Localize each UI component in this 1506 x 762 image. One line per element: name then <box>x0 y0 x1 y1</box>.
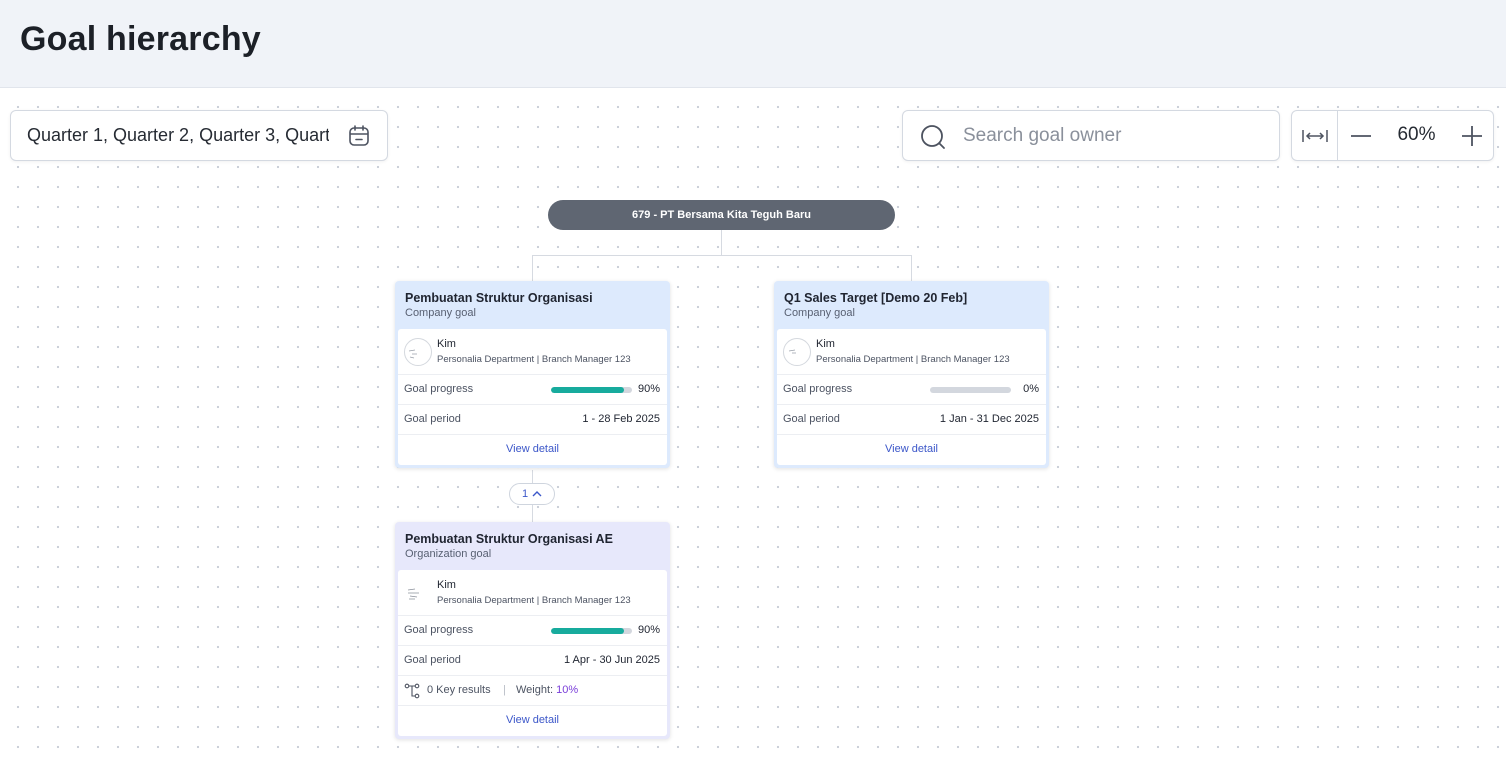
connector-line <box>911 255 912 282</box>
owner-name: Kim <box>816 338 835 350</box>
view-detail-link[interactable]: View detail <box>777 443 1046 455</box>
goal-type: Company goal <box>405 307 476 319</box>
connector-line <box>532 470 533 483</box>
goal-period-label: Goal period <box>783 413 840 425</box>
view-detail-row: View detail <box>777 435 1046 465</box>
search-icon <box>921 125 945 149</box>
minus-icon <box>1351 134 1371 137</box>
avatar <box>404 338 432 366</box>
owner-department: Personalia Department | Branch Manager 1… <box>437 354 631 365</box>
goal-owner: Kim Personalia Department | Branch Manag… <box>398 329 667 375</box>
goal-progress-value: 90% <box>637 383 660 395</box>
view-detail-link[interactable]: View detail <box>398 443 667 455</box>
goal-title: Q1 Sales Target [Demo 20 Feb] <box>784 291 968 305</box>
goal-card[interactable]: Pembuatan Struktur Organisasi AE Organiz… <box>395 522 670 739</box>
goal-progress-value: 0% <box>1023 383 1039 395</box>
hierarchy-canvas[interactable] <box>0 89 1506 762</box>
view-detail-link[interactable]: View detail <box>398 714 667 726</box>
connector-line <box>532 255 912 256</box>
owner-department: Personalia Department | Branch Manager 1… <box>816 354 1010 365</box>
goal-period-label: Goal period <box>404 413 461 425</box>
page-header: Goal hierarchy <box>0 0 1506 88</box>
owner-name: Kim <box>437 579 456 591</box>
goal-period-row: Goal period 1 - 28 Feb 2025 <box>398 405 667 435</box>
goal-progress-label: Goal progress <box>783 383 853 395</box>
avatar <box>404 579 432 607</box>
separator: | <box>503 684 506 696</box>
goal-owner: Kim Personalia Department | Branch Manag… <box>777 329 1046 375</box>
goal-period-label: Goal period <box>404 654 461 666</box>
weight: Weight: 10% <box>516 684 578 696</box>
goal-progress-label: Goal progress <box>404 624 474 636</box>
progress-bar-fill <box>551 628 624 634</box>
view-detail-row: View detail <box>398 435 667 465</box>
goal-title: Pembuatan Struktur Organisasi <box>405 291 593 305</box>
goal-period-value: 1 - 28 Feb 2025 <box>582 413 660 425</box>
view-detail-row: View detail <box>398 706 667 736</box>
goal-period-value: 1 Jan - 31 Dec 2025 <box>939 413 1039 425</box>
connector-line <box>532 505 533 522</box>
goal-card[interactable]: Pembuatan Struktur Organisasi Company go… <box>395 281 670 468</box>
page-title: Goal hierarchy <box>20 20 261 58</box>
goal-type: Company goal <box>784 307 855 319</box>
key-results-row: 0 Key results | Weight: 10% <box>398 676 667 706</box>
goal-period-row: Goal period 1 Jan - 31 Dec 2025 <box>777 405 1046 435</box>
zoom-in-button[interactable] <box>1450 111 1494 160</box>
zoom-level: 60% <box>1397 124 1436 145</box>
search-goal-owner-input[interactable] <box>963 121 1263 151</box>
goal-owner: Kim Personalia Department | Branch Manag… <box>398 570 667 616</box>
progress-bar-fill <box>551 387 624 393</box>
key-results-icon <box>404 683 420 699</box>
goal-progress-row: Goal progress 0% <box>777 375 1046 405</box>
goal-progress-row: Goal progress 90% <box>398 616 667 646</box>
goal-progress-value: 90% <box>637 624 660 636</box>
connector-line <box>532 255 533 282</box>
progress-bar <box>930 387 1011 393</box>
goal-period-row: Goal period 1 Apr - 30 Jun 2025 <box>398 646 667 676</box>
goal-progress-row: Goal progress 90% <box>398 375 667 405</box>
search-box <box>902 110 1280 161</box>
goal-period-value: 1 Apr - 30 Jun 2025 <box>563 654 660 666</box>
calendar-icon <box>349 125 369 146</box>
connector-line <box>721 230 722 255</box>
owner-department: Personalia Department | Branch Manager 1… <box>437 595 631 606</box>
child-count: 1 <box>521 488 529 500</box>
progress-bar <box>551 387 632 393</box>
goal-title: Pembuatan Struktur Organisasi AE <box>405 532 613 546</box>
fit-width-icon <box>1301 129 1328 142</box>
period-filter-value: Quarter 1, Quarter 2, Quarter 3, Quarter… <box>27 125 329 145</box>
goal-card[interactable]: Q1 Sales Target [Demo 20 Feb] Company go… <box>774 281 1049 468</box>
fit-to-screen-button[interactable] <box>1292 111 1338 160</box>
period-filter[interactable]: Quarter 1, Quarter 2, Quarter 3, Quarter… <box>10 110 388 161</box>
progress-bar <box>551 628 632 634</box>
key-results-count: 0 Key results <box>427 684 491 696</box>
root-company-node[interactable]: 679 - PT Bersama Kita Teguh Baru <box>548 200 895 230</box>
goal-progress-label: Goal progress <box>404 383 474 395</box>
zoom-out-button[interactable] <box>1339 111 1383 160</box>
plus-icon <box>1462 125 1482 146</box>
avatar <box>783 338 811 366</box>
weight-label: Weight: <box>516 684 554 696</box>
goal-type: Organization goal <box>405 548 492 560</box>
owner-name: Kim <box>437 338 456 350</box>
collapse-children-button[interactable]: 1 <box>509 483 555 505</box>
weight-value: 10% <box>556 684 579 696</box>
chevron-up-icon <box>532 491 542 497</box>
zoom-controls: 60% <box>1291 110 1494 161</box>
